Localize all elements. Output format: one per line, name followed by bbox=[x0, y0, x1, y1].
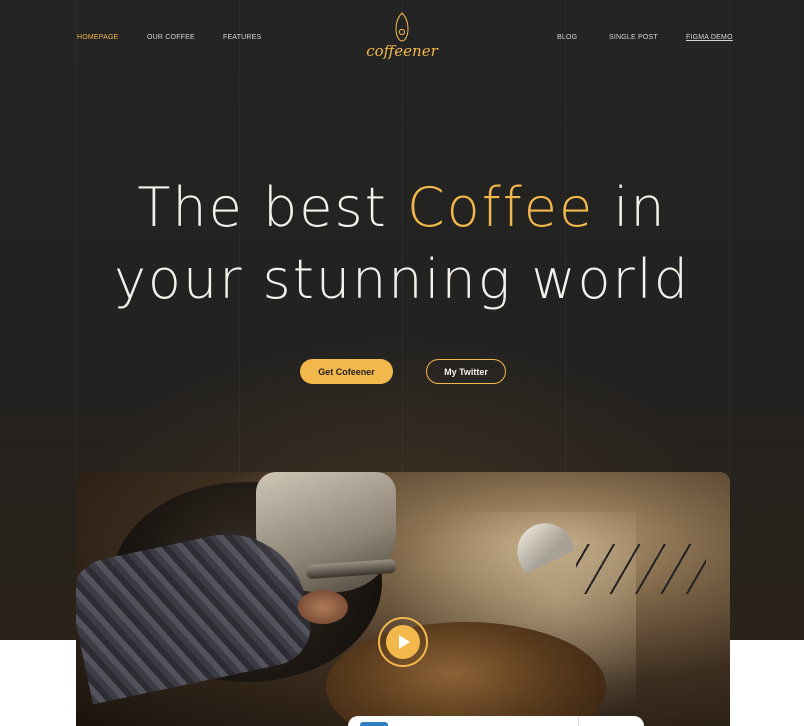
card-badge bbox=[360, 722, 388, 726]
nav-single-post[interactable]: SINGLE POST bbox=[609, 34, 658, 41]
nav-figma-demo[interactable]: FIGMA DEMO bbox=[686, 34, 733, 41]
nav-homepage[interactable]: HOMEPAGE bbox=[77, 34, 119, 41]
card-divider bbox=[578, 716, 579, 726]
lamp-arm bbox=[576, 544, 706, 594]
logo-wordmark: coffeener bbox=[366, 42, 438, 60]
coffee-bean-logo-icon bbox=[395, 12, 409, 42]
bottom-info-card bbox=[348, 716, 644, 726]
my-twitter-button[interactable]: My Twitter bbox=[426, 359, 506, 384]
play-icon bbox=[386, 625, 420, 659]
nav-our-coffee[interactable]: OUR COFFEE bbox=[147, 34, 195, 41]
get-cofeener-button[interactable]: Get Cofeener bbox=[300, 359, 393, 384]
nav-blog[interactable]: BLOG bbox=[557, 34, 577, 41]
headline-text: The best bbox=[137, 176, 407, 239]
play-video-button[interactable] bbox=[378, 617, 428, 667]
nav-features[interactable]: FEATURES bbox=[223, 34, 261, 41]
hero-headline-line-2: your stunning world bbox=[113, 248, 691, 311]
hero-headline-line-1: The best Coffee in bbox=[0, 181, 804, 235]
hero-video-thumbnail bbox=[76, 472, 730, 726]
headline-accent-word: Coffee bbox=[406, 176, 595, 239]
person-hand bbox=[298, 590, 348, 624]
headline-text: in bbox=[594, 176, 667, 239]
brand-logo[interactable]: coffeener bbox=[362, 12, 442, 62]
